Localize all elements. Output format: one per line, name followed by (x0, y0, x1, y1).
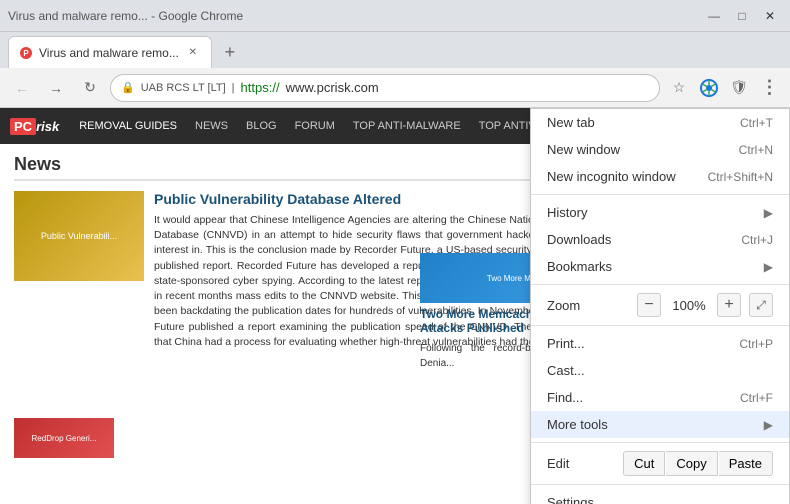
menu-label-cast: Cast... (547, 363, 773, 378)
edit-group: Edit Cut Copy Paste (531, 447, 789, 480)
address-bar-actions: ☆ 🛡 ⋮ (666, 75, 782, 101)
tab-bar: P Virus and malware remo... ✕ + (0, 32, 790, 68)
paste-button[interactable]: Paste (719, 451, 773, 476)
address-separator: | (232, 82, 235, 94)
svg-text:P: P (23, 49, 29, 58)
menu-arrow-bookmarks: ▶ (764, 260, 773, 274)
menu-item-print[interactable]: Print... Ctrl+P (531, 330, 789, 357)
menu-label-bookmarks: Bookmarks (547, 259, 756, 274)
menu-separator-2 (531, 284, 789, 285)
nav-top-antimalware[interactable]: TOP ANTI-MALWARE (345, 116, 469, 136)
back-button[interactable]: ← (8, 74, 36, 102)
menu-item-more-tools[interactable]: More tools ▶ (531, 411, 789, 438)
logo-risk: risk (36, 119, 59, 134)
titlebar-spacer: Virus and malware remo... - Google Chrom… (8, 9, 243, 23)
menu-arrow-history: ▶ (764, 206, 773, 220)
menu-item-cast[interactable]: Cast... (531, 357, 789, 384)
menu-label-incognito: New incognito window (547, 169, 700, 184)
menu-label-downloads: Downloads (547, 232, 733, 247)
menu-item-history[interactable]: History ▶ (531, 199, 789, 226)
menu-item-bookmarks[interactable]: Bookmarks ▶ (531, 253, 789, 280)
active-tab[interactable]: P Virus and malware remo... ✕ (8, 36, 212, 68)
nav-blog[interactable]: BLOG (238, 116, 285, 136)
menu-label-new-tab: New tab (547, 115, 732, 130)
webpage: PC risk REMOVAL GUIDES NEWS BLOG FORUM T… (0, 108, 790, 504)
menu-button[interactable]: ⋮ (756, 75, 782, 101)
menu-shortcut-new-tab: Ctrl+T (740, 116, 773, 130)
zoom-value: 100% (669, 298, 709, 313)
menu-arrow-more-tools: ▶ (764, 418, 773, 432)
menu-item-new-window[interactable]: New window Ctrl+N (531, 136, 789, 163)
menu-shortcut-downloads: Ctrl+J (741, 233, 773, 247)
menu-label-new-window: New window (547, 142, 731, 157)
logo-pc: PC (10, 118, 36, 135)
titlebar-controls: — □ ✕ (702, 4, 782, 28)
copy-button[interactable]: Copy (666, 451, 717, 476)
edit-buttons: Cut Copy Paste (623, 451, 773, 476)
menu-separator-5 (531, 484, 789, 485)
bookmark-button[interactable]: ☆ (666, 75, 692, 101)
menu-label-more-tools: More tools (547, 417, 756, 432)
zoom-plus-button[interactable]: + (717, 293, 741, 317)
menu-label-history: History (547, 205, 756, 220)
forward-button[interactable]: → (42, 74, 70, 102)
menu-separator-4 (531, 442, 789, 443)
nav-removal-guides[interactable]: REMOVAL GUIDES (71, 116, 185, 136)
chrome-icon-button[interactable] (696, 75, 722, 101)
menu-item-settings[interactable]: Settings (531, 489, 789, 504)
omnibox-bar: ← → ↻ 🔒 UAB RCS LT [LT] | https:// www.p… (0, 68, 790, 108)
cut-button[interactable]: Cut (623, 451, 665, 476)
tab-title: Virus and malware remo... (39, 46, 179, 60)
address-https: https:// (241, 80, 280, 95)
site-logo: PC risk (10, 118, 59, 135)
menu-shortcut-print: Ctrl+P (739, 337, 773, 351)
menu-separator-3 (531, 325, 789, 326)
lock-icon: 🔒 (121, 81, 135, 94)
menu-shortcut-new-window: Ctrl+N (739, 143, 773, 157)
address-domain: www.pcrisk.com (286, 80, 649, 95)
edit-label: Edit (547, 456, 621, 471)
zoom-control: Zoom − 100% + ⤢ (531, 289, 789, 321)
article-image: Public Vulnerabili... (14, 191, 144, 281)
minimize-button[interactable]: — (702, 4, 726, 28)
zoom-minus-button[interactable]: − (637, 293, 661, 317)
security-button[interactable]: 🛡 (726, 75, 752, 101)
menu-separator-1 (531, 194, 789, 195)
close-button[interactable]: ✕ (758, 4, 782, 28)
zoom-expand-button[interactable]: ⤢ (749, 293, 773, 317)
menu-item-incognito[interactable]: New incognito window Ctrl+Shift+N (531, 163, 789, 190)
menu-item-new-tab[interactable]: New tab Ctrl+T (531, 109, 789, 136)
reddrop-image: RedDrop Generi... (14, 418, 114, 458)
news-section-title: News (14, 154, 616, 181)
menu-shortcut-find: Ctrl+F (740, 391, 773, 405)
tab-close-button[interactable]: ✕ (185, 45, 201, 61)
titlebar: Virus and malware remo... - Google Chrom… (0, 0, 790, 32)
site-indicator: UAB RCS LT [LT] (141, 82, 226, 94)
zoom-label: Zoom (547, 298, 629, 313)
new-tab-button[interactable]: + (216, 38, 244, 66)
menu-item-find[interactable]: Find... Ctrl+F (531, 384, 789, 411)
tab-favicon: P (19, 46, 33, 60)
reload-button[interactable]: ↻ (76, 74, 104, 102)
menu-label-print: Print... (547, 336, 731, 351)
menu-item-downloads[interactable]: Downloads Ctrl+J (531, 226, 789, 253)
menu-shortcut-incognito: Ctrl+Shift+N (708, 170, 773, 184)
nav-forum[interactable]: FORUM (287, 116, 343, 136)
nav-news[interactable]: NEWS (187, 116, 236, 136)
address-bar[interactable]: 🔒 UAB RCS LT [LT] | https:// www.pcrisk.… (110, 74, 660, 102)
reddrop-img-text: RedDrop Generi... (32, 434, 97, 443)
menu-label-find: Find... (547, 390, 732, 405)
article-img-text: Public Vulnerabili... (37, 227, 121, 245)
chrome-menu: New tab Ctrl+T New window Ctrl+N New inc… (530, 108, 790, 504)
menu-label-settings: Settings (547, 495, 773, 504)
maximize-button[interactable]: □ (730, 4, 754, 28)
